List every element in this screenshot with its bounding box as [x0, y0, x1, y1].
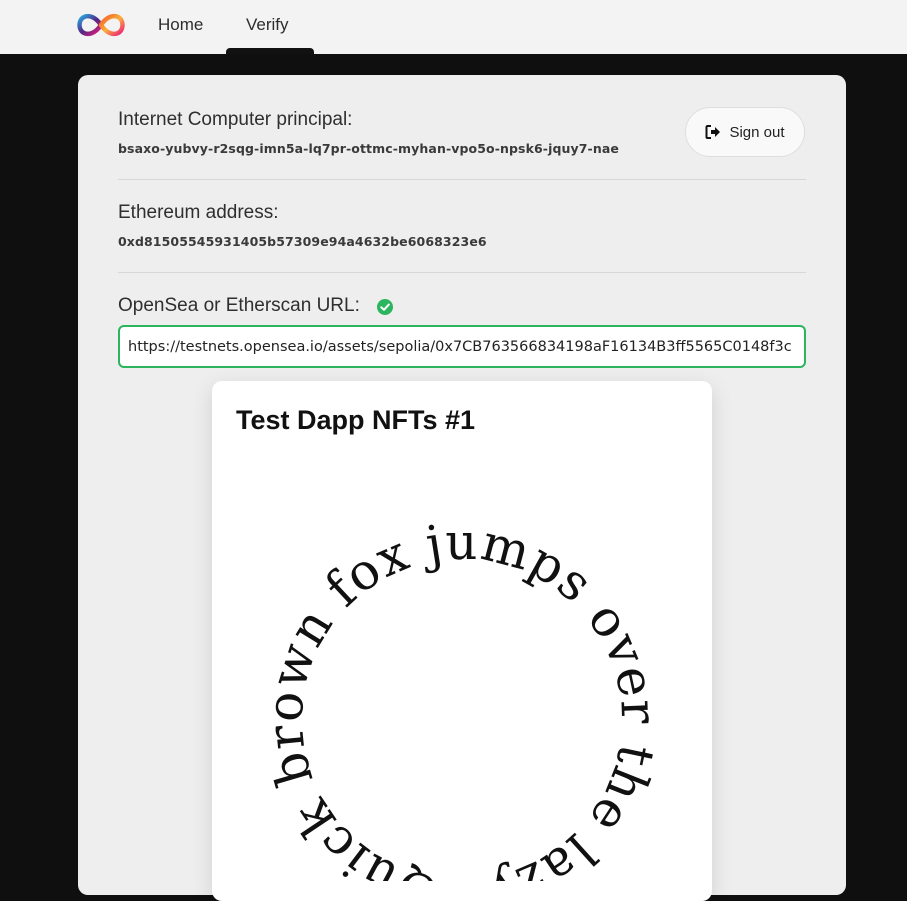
- divider: [118, 179, 806, 180]
- svg-text:Quick brown fox jumps over the: Quick brown fox jumps over the lazy dog.: [212, 441, 668, 881]
- principal-value: bsaxo-yubvy-r2sqg-imn5a-lq7pr-ottmc-myha…: [118, 141, 619, 156]
- sign-out-label: Sign out: [729, 123, 785, 141]
- divider: [118, 272, 806, 273]
- top-navigation-bar: Home Verify: [0, 0, 907, 54]
- sign-out-icon: [705, 125, 721, 139]
- ethereum-address-value: 0xd81505545931405b57309e94a4632be6068323…: [118, 234, 487, 249]
- infinity-logo-icon[interactable]: [74, 11, 128, 39]
- check-circle-icon: [377, 299, 393, 315]
- nav-home-link[interactable]: Home: [158, 15, 203, 35]
- nft-circular-text-image: Quick brown fox jumps over the lazy dog.: [212, 441, 668, 881]
- sign-out-button[interactable]: Sign out: [685, 107, 805, 157]
- active-tab-indicator: [226, 48, 314, 54]
- nav-verify-link[interactable]: Verify: [246, 15, 289, 35]
- nft-circle-text: Quick brown fox jumps over the lazy dog.: [212, 441, 667, 881]
- url-label: OpenSea or Etherscan URL:: [118, 295, 360, 316]
- verify-card: Internet Computer principal: bsaxo-yubvy…: [78, 75, 846, 901]
- nft-preview-card: Test Dapp NFTs #1 Quick brown fox jumps …: [212, 381, 712, 901]
- nft-title: Test Dapp NFTs #1: [236, 405, 476, 435]
- ethereum-label: Ethereum address:: [118, 202, 279, 223]
- nft-url-input[interactable]: [118, 325, 806, 368]
- principal-label: Internet Computer principal:: [118, 109, 353, 130]
